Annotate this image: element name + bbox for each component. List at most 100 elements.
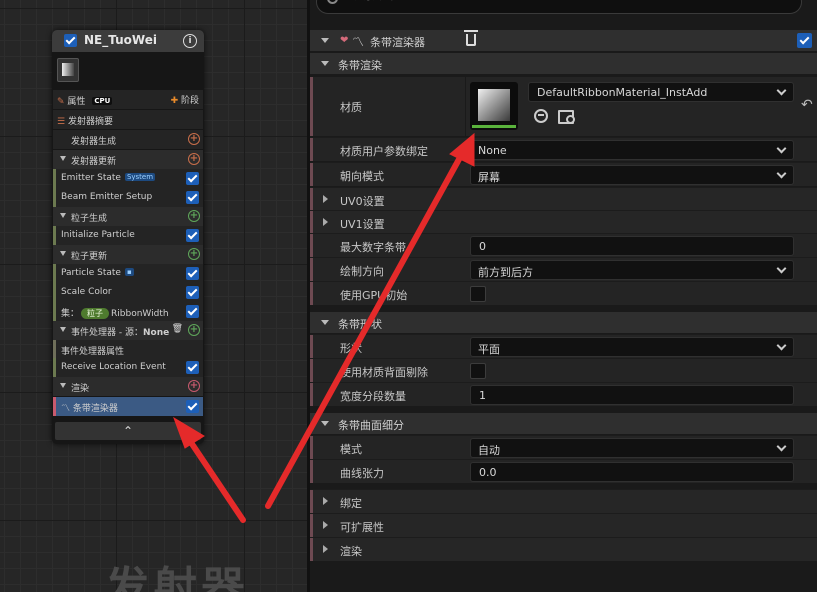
group-rendering[interactable]: 渲染 xyxy=(310,537,817,561)
emitter-enable-checkbox[interactable] xyxy=(64,34,77,47)
category-ribbon-renderer[interactable]: ❤ 〽 条带渲染器 xyxy=(310,29,817,51)
group-uv1-settings[interactable]: UV1设置 xyxy=(310,210,817,234)
prop-shape: 形状 平面 xyxy=(310,334,817,358)
module-initialize-particle[interactable]: Initialize Particle xyxy=(53,226,203,245)
search-box[interactable] xyxy=(316,0,802,14)
system-tag: System xyxy=(124,173,156,181)
module-scale-color[interactable]: Scale Color xyxy=(53,283,203,302)
mode-label: 模式 xyxy=(340,443,362,456)
node-section-event-handler[interactable]: 事件处理器 - 源：None 🗑 + xyxy=(53,321,203,340)
collapse-node-button[interactable]: ⌃ xyxy=(55,422,201,440)
info-icon[interactable]: i xyxy=(183,34,197,48)
width-seg-input[interactable]: 1 xyxy=(470,385,794,405)
node-row-summary[interactable]: ☰ 发射器摘要 xyxy=(53,110,203,129)
renderer-enable-checkbox[interactable] xyxy=(797,33,812,48)
group-bindings[interactable]: 绑定 xyxy=(310,489,817,513)
module-enable-checkbox[interactable] xyxy=(186,286,199,299)
node-section-particle-spawn[interactable]: 粒子生成 + xyxy=(53,207,203,226)
collapse-arrow-icon[interactable] xyxy=(60,251,66,256)
collapse-arrow-icon[interactable] xyxy=(321,38,329,43)
renderer-ribbon[interactable]: 〽 条带渲染器 xyxy=(53,397,203,416)
max-ribbons-input[interactable]: 0 xyxy=(470,236,794,256)
draw-dir-dropdown[interactable]: 前方到后方 xyxy=(470,260,794,280)
shape-dropdown[interactable]: 平面 xyxy=(470,337,794,357)
mat-user-binding-value: None xyxy=(478,144,507,157)
module-color-bar xyxy=(53,283,56,302)
node-row-event-handler-props[interactable]: 事件处理器属性 xyxy=(53,340,203,359)
gpu-init-checkbox[interactable] xyxy=(470,286,486,302)
collapse-arrow-icon[interactable] xyxy=(60,213,66,218)
module-particle-state[interactable]: Particle State ▪ xyxy=(53,264,203,283)
trash-icon[interactable]: 🗑 xyxy=(172,324,183,334)
add-stage-button[interactable]: ✚ 阶段 xyxy=(171,93,199,106)
module-enable-checkbox[interactable] xyxy=(186,267,199,280)
search-bar xyxy=(310,0,817,22)
node-row-properties[interactable]: ✎ 属性 CPU ✚ 阶段 xyxy=(53,90,203,109)
chevron-down-icon xyxy=(776,263,787,274)
material-thumbnail[interactable] xyxy=(470,82,518,130)
node-row-emitter-spawn[interactable]: 发射器生成 + xyxy=(53,130,203,149)
module-color-bar xyxy=(53,188,56,207)
facing-dropdown[interactable]: 屏幕 xyxy=(470,165,794,185)
expand-arrow-icon[interactable] xyxy=(323,545,328,553)
set-prefix-label: 集： xyxy=(61,309,80,319)
node-section-emitter-update[interactable]: 发射器更新 + xyxy=(53,150,203,169)
node-section-particle-update[interactable]: 粒子更新 + xyxy=(53,245,203,264)
node-section-render[interactable]: 渲染 + xyxy=(53,377,203,396)
reset-arrow-icon[interactable]: ↶ xyxy=(801,97,813,113)
renderer-enable-checkbox[interactable] xyxy=(186,400,199,413)
use-selected-asset-icon[interactable] xyxy=(534,109,548,123)
category-ribbon-rendering[interactable]: 条带渲染 xyxy=(310,52,817,74)
category-ribbon-tessellation[interactable]: 条带曲面细分 xyxy=(310,412,817,434)
browse-icon[interactable] xyxy=(558,108,575,124)
row-accent-bar xyxy=(310,359,313,382)
collapse-arrow-icon[interactable] xyxy=(60,383,66,388)
trash-icon[interactable] xyxy=(464,30,478,46)
material-dropdown[interactable]: DefaultRibbonMaterial_InstAdd xyxy=(528,82,794,102)
collapse-arrow-icon[interactable] xyxy=(321,320,329,325)
group-uv0-settings[interactable]: UV0设置 xyxy=(310,187,817,211)
collapse-arrow-icon[interactable] xyxy=(321,421,329,426)
plus-icon[interactable]: + xyxy=(188,248,200,260)
module-enable-checkbox[interactable] xyxy=(186,305,199,318)
backface-checkbox[interactable] xyxy=(470,363,486,379)
module-beam-emitter-setup[interactable]: Beam Emitter Setup xyxy=(53,188,203,207)
expand-arrow-icon[interactable] xyxy=(323,195,328,203)
search-input[interactable] xyxy=(351,0,501,2)
expand-arrow-icon[interactable] xyxy=(323,497,328,505)
expand-arrow-icon[interactable] xyxy=(323,218,328,226)
collapse-arrow-icon[interactable] xyxy=(321,61,329,66)
plus-icon[interactable]: + xyxy=(188,153,200,165)
tension-input[interactable]: 0.0 xyxy=(470,462,794,482)
module-enable-checkbox[interactable] xyxy=(186,361,199,374)
receive-location-label: Receive Location Event xyxy=(61,362,166,372)
module-color-bar xyxy=(53,340,56,359)
plus-icon[interactable]: + xyxy=(188,380,200,392)
module-emitter-state[interactable]: Emitter State System xyxy=(53,169,203,188)
group-scalability[interactable]: 可扩展性 xyxy=(310,513,817,537)
emitter-thumbnail[interactable] xyxy=(57,58,79,82)
niagara-graph-canvas[interactable]: 发射器 NE_TuoWei i ✎ 属性 CPU ✚ 阶段 ☰ 发射器摘要 发射… xyxy=(0,0,307,592)
module-enable-checkbox[interactable] xyxy=(186,191,199,204)
collapse-arrow-icon[interactable] xyxy=(60,156,66,161)
module-enable-checkbox[interactable] xyxy=(186,229,199,242)
module-receive-location-event[interactable]: Receive Location Event xyxy=(53,358,203,377)
category-ribbon-shape[interactable]: 条带形状 xyxy=(310,311,817,333)
module-set-ribbon-width[interactable]: 集： 粒子 RibbonWidth xyxy=(53,302,203,321)
mat-user-binding-dropdown[interactable]: None xyxy=(470,140,794,160)
expand-arrow-icon[interactable] xyxy=(323,521,328,529)
plus-icon[interactable]: + xyxy=(188,133,200,145)
properties-label: 属性 xyxy=(67,97,86,107)
plus-icon[interactable]: + xyxy=(188,324,200,336)
module-enable-checkbox[interactable] xyxy=(186,172,199,185)
collapse-arrow-icon[interactable] xyxy=(60,327,66,332)
mode-dropdown[interactable]: 自动 xyxy=(470,438,794,458)
row-accent-bar xyxy=(310,138,313,161)
bindings-label: 绑定 xyxy=(340,497,362,510)
emitter-node[interactable]: NE_TuoWei i ✎ 属性 CPU ✚ 阶段 ☰ 发射器摘要 发射器生成 … xyxy=(52,30,204,444)
mat-user-binding-label: 材质用户参数绑定 xyxy=(340,145,428,158)
emitter-node-header[interactable]: NE_TuoWei i xyxy=(52,30,204,52)
module-color-bar xyxy=(53,226,56,245)
emitter-spawn-label: 发射器生成 xyxy=(71,137,117,147)
plus-icon[interactable]: + xyxy=(188,210,200,222)
